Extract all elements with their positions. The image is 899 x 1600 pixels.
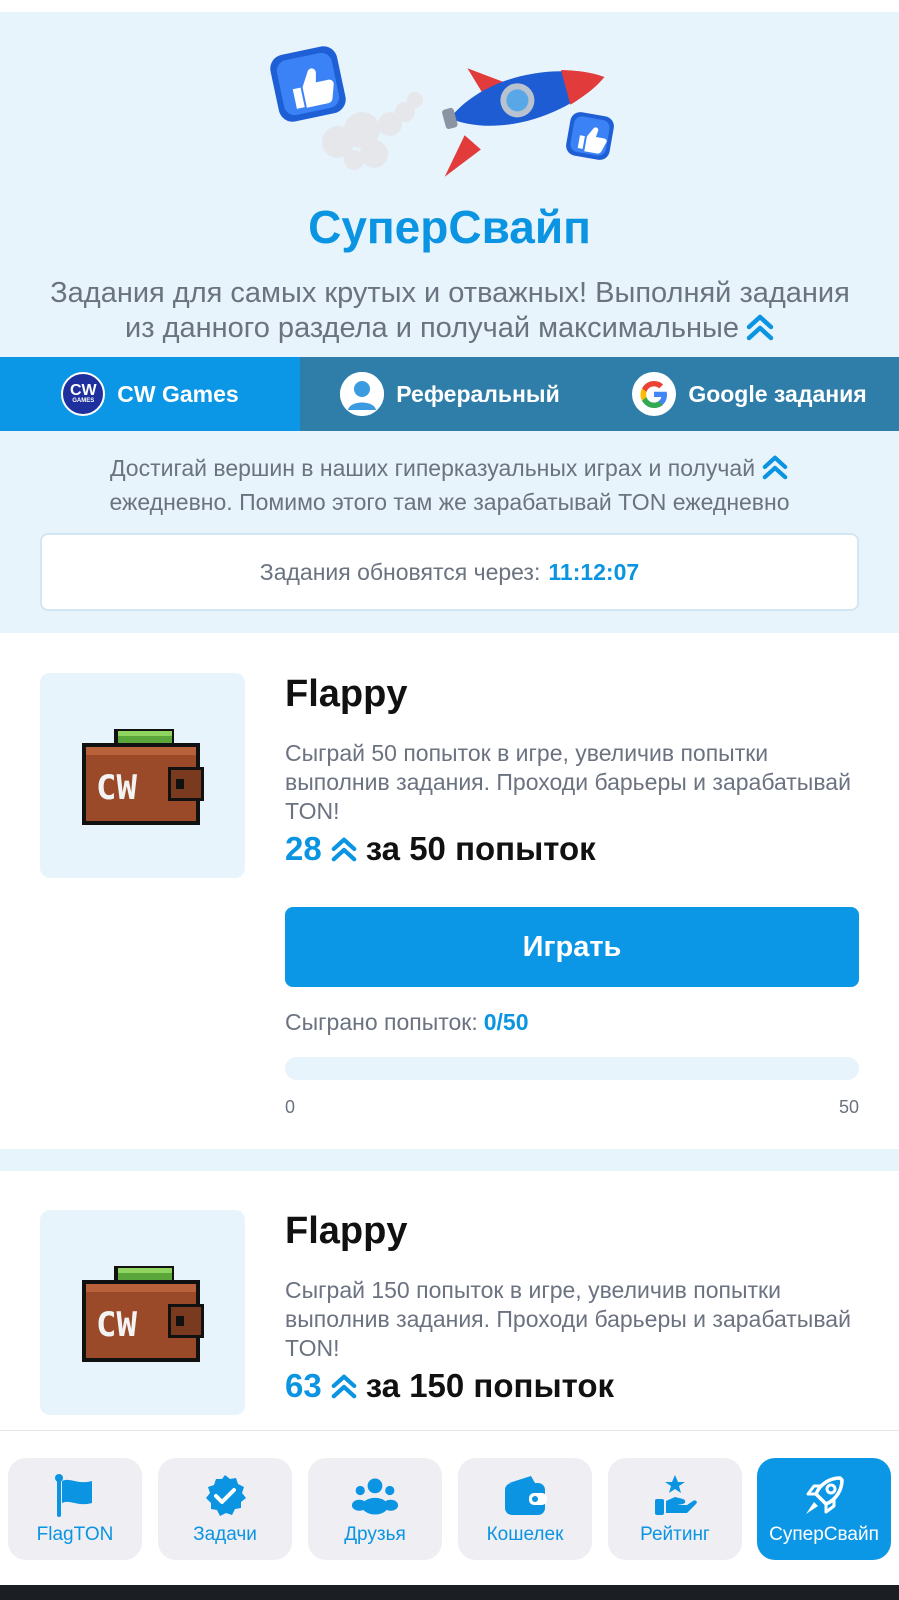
task-title: Flappy xyxy=(285,1210,408,1252)
nav-tasks[interactable]: Задачи xyxy=(158,1458,292,1560)
wallet-pixel-icon: CW xyxy=(81,1265,204,1362)
wallet-pixel-label: CW xyxy=(96,1305,137,1345)
friends-icon xyxy=(351,1472,399,1520)
tab-label: CW Games xyxy=(117,380,239,407)
card-separator xyxy=(0,1149,899,1171)
timer-value: 11:12:07 xyxy=(548,558,640,585)
section-description-line1: Достигай вершин в наших гиперказуальных … xyxy=(109,455,756,481)
progress-min-label: 0 xyxy=(285,1097,296,1117)
app-root: СуперСвайп Задания для самых крутых и от… xyxy=(0,0,899,1600)
hero-section: СуперСвайп Задания для самых крутых и от… xyxy=(0,12,899,357)
section-info: Достигай вершин в наших гиперказуальных … xyxy=(0,431,899,633)
rating-icon xyxy=(651,1472,699,1520)
page-title: СуперСвайп xyxy=(308,201,591,253)
nav-friends[interactable]: Друзья xyxy=(308,1458,442,1560)
top-strip xyxy=(0,0,899,12)
tab-cw-games[interactable]: CW GAMES CW Games xyxy=(0,357,300,431)
game-thumbnail: CW xyxy=(40,1210,245,1415)
nav-rating[interactable]: Рейтинг xyxy=(608,1458,742,1560)
system-bar xyxy=(0,1585,899,1600)
cw-logo-subtext: GAMES xyxy=(72,397,95,404)
hero-description: Задания для самых крутых и отважных! Вып… xyxy=(40,276,860,350)
nav-label: СуперСвайп xyxy=(769,1524,879,1545)
tab-label: Реферальный xyxy=(396,380,560,407)
double-chevron-up-icon xyxy=(761,454,789,487)
user-icon xyxy=(340,372,385,416)
check-badge-icon xyxy=(201,1472,249,1520)
reward-suffix: за 150 попыток xyxy=(365,1367,615,1404)
played-label: Сыграно попыток: xyxy=(285,1009,478,1035)
progress-max-label: 50 xyxy=(838,1097,859,1117)
flag-icon xyxy=(51,1472,99,1520)
task-description: Сыграй 50 попыток в игре, увеличив попыт… xyxy=(285,740,851,824)
nav-label: FlagTON xyxy=(36,1524,114,1545)
double-chevron-up-icon xyxy=(745,313,775,350)
refresh-timer: Задания обновятся через: 11:12:07 xyxy=(40,533,859,611)
double-chevron-up-icon xyxy=(330,1372,358,1400)
google-icon xyxy=(632,372,677,416)
bottom-navigation: FlagTON Задачи Друзья Кошелек Рейтинг Су… xyxy=(0,1430,899,1585)
nav-superswipe[interactable]: СуперСвайп xyxy=(757,1458,891,1560)
cw-logo-text: CW xyxy=(69,381,97,399)
task-title: Flappy xyxy=(285,673,408,715)
reward-amount: 63 xyxy=(285,1367,322,1404)
tab-google[interactable]: Google задания xyxy=(600,357,899,431)
nav-wallet[interactable]: Кошелек xyxy=(458,1458,592,1560)
reward-suffix: за 50 попыток xyxy=(365,830,596,867)
section-description-line2: ежедневно. Помимо этого там же зарабатыв… xyxy=(109,489,790,515)
double-chevron-up-icon xyxy=(330,835,358,863)
category-tabs: CW GAMES CW Games Реферальный Google зад… xyxy=(0,357,899,431)
play-button[interactable]: Играть xyxy=(285,907,859,987)
played-value: 0/50 xyxy=(483,1009,529,1035)
task-reward: 63 за 150 попыток xyxy=(285,1367,614,1405)
nav-flagton[interactable]: FlagTON xyxy=(8,1458,142,1560)
rocket-icon xyxy=(800,1472,848,1520)
wallet-pixel-label: CW xyxy=(96,768,137,808)
wallet-icon xyxy=(501,1472,549,1520)
tab-label: Google задания xyxy=(688,380,867,407)
hero-description-text: Задания для самых крутых и отважных! Вып… xyxy=(50,277,850,344)
rocket-illustration xyxy=(270,46,614,177)
nav-label: Рейтинг xyxy=(640,1524,710,1545)
tab-referral[interactable]: Реферальный xyxy=(300,357,600,431)
game-thumbnail: CW xyxy=(40,673,245,878)
nav-label: Друзья xyxy=(344,1524,406,1545)
attempts-played: Сыграно попыток: 0/50 xyxy=(285,1009,529,1036)
task-description: Сыграй 150 попыток в игре, увеличив попы… xyxy=(285,1277,851,1361)
section-description: Достигай вершин в наших гиперказуальных … xyxy=(30,453,869,517)
nav-label: Задачи xyxy=(193,1524,257,1545)
nav-label: Кошелек xyxy=(486,1524,564,1545)
timer-label: Задания обновятся через: xyxy=(259,558,541,585)
cw-games-logo-icon: CW GAMES xyxy=(61,372,106,416)
task-card: CW Flappy Сыграй 50 попыток в игре, увел… xyxy=(0,633,899,1149)
task-reward: 28 за 50 попыток xyxy=(285,830,596,868)
progress-bar xyxy=(285,1057,859,1080)
task-card: CW Flappy Сыграй 150 попыток в игре, уве… xyxy=(0,1171,899,1430)
wallet-pixel-icon: CW xyxy=(81,728,204,825)
reward-amount: 28 xyxy=(285,830,322,867)
